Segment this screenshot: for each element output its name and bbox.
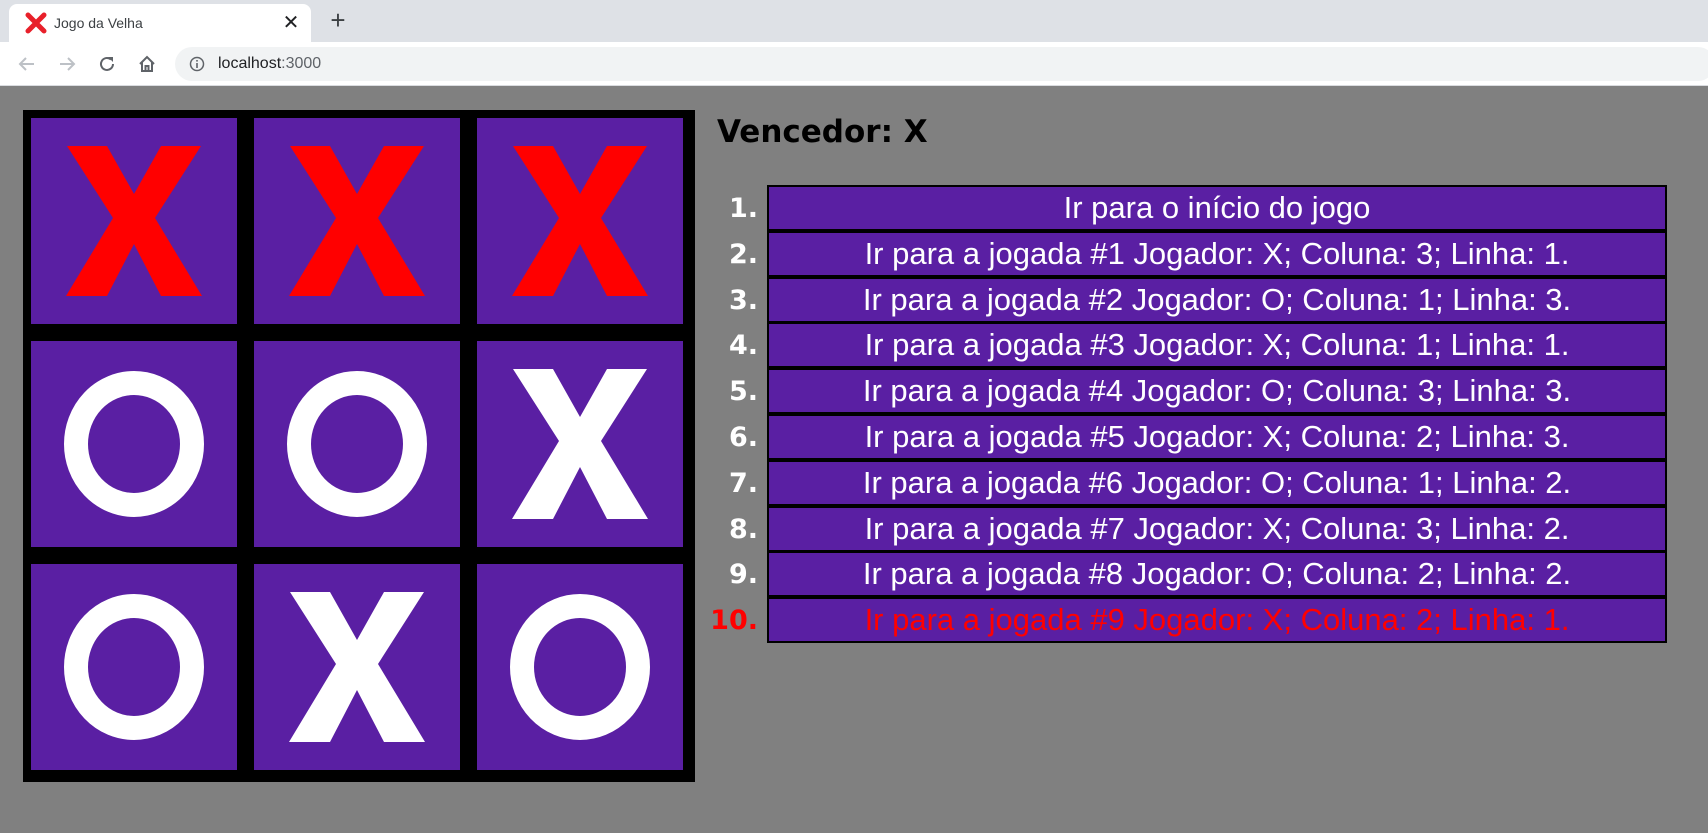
jump-to-move-button[interactable]: Ir para a jogada #3 Jogador: X; Coluna: … (767, 322, 1667, 369)
jump-to-move-button[interactable]: Ir para o início do jogo (767, 185, 1667, 231)
move-number: 4. (728, 330, 758, 362)
move-list-item: 8. Ir para a jogada #7 Jogador: X; Coluna… (700, 505, 1668, 552)
o-mark (287, 371, 427, 517)
move-list-item: 7. Ir para a jogada #6 Jogador: O; Coluna… (700, 459, 1668, 506)
game-board (23, 110, 695, 782)
move-list-item: 9. Ir para a jogada #8 Jogador: O; Coluna… (700, 551, 1668, 598)
jump-to-move-button[interactable]: Ir para a jogada #6 Jogador: O; Coluna: … (767, 459, 1667, 506)
forward-arrow-icon[interactable] (55, 52, 79, 76)
move-number: 7. (728, 467, 758, 499)
board-square[interactable] (477, 564, 683, 770)
url-port: :3000 (281, 55, 322, 72)
x-mark (512, 369, 648, 519)
jump-to-move-button[interactable]: Ir para a jogada #7 Jogador: X; Coluna: … (767, 505, 1667, 552)
home-icon[interactable] (135, 52, 159, 76)
move-history-list: 1. Ir para o início do jogo 2. Ir para a jo… (700, 185, 1668, 644)
close-icon[interactable]: ✕ (281, 13, 301, 33)
o-mark (510, 594, 650, 740)
browser-tab[interactable]: Jogo da Velha ✕ (9, 4, 311, 42)
board-square[interactable] (477, 118, 683, 324)
x-mark (66, 146, 202, 296)
info-icon[interactable] (189, 56, 205, 72)
url-host: localhost (218, 55, 282, 72)
o-mark (64, 594, 204, 740)
new-tab-icon[interactable]: + (326, 7, 350, 33)
jump-to-move-button[interactable]: Ir para a jogada #1 Jogador: X; Coluna: … (767, 230, 1667, 277)
board-square[interactable] (31, 118, 237, 324)
jump-to-move-button[interactable]: Ir para a jogada #5 Jogador: X; Coluna: … (767, 413, 1667, 460)
move-number: 1. (728, 193, 758, 224)
o-mark (64, 371, 204, 517)
board-square[interactable] (254, 564, 460, 770)
jump-to-move-button[interactable]: Ir para a jogada #4 Jogador: O; Coluna: … (767, 368, 1667, 415)
url-text: localhost:3000 (218, 55, 321, 73)
tab-title: Jogo da Velha (54, 15, 143, 31)
x-mark (289, 146, 425, 296)
reload-icon[interactable] (95, 52, 119, 76)
move-list-item: 3. Ir para a jogada #2 Jogador: O; Coluna… (700, 276, 1668, 323)
back-arrow-icon[interactable] (15, 52, 39, 76)
move-list-item: 2. Ir para a jogada #1 Jogador: X; Coluna… (700, 230, 1668, 277)
board-square[interactable] (254, 341, 460, 547)
jump-to-move-button[interactable]: Ir para a jogada #9 Jogador: X; Coluna: … (767, 597, 1667, 644)
jump-to-move-button[interactable]: Ir para a jogada #2 Jogador: O; Coluna: … (767, 276, 1667, 323)
board-square[interactable] (477, 341, 683, 547)
move-list-item: 1. Ir para o início do jogo (700, 185, 1668, 231)
board-square[interactable] (31, 564, 237, 770)
move-number: 10. (710, 605, 758, 637)
move-list-item: 4. Ir para a jogada #3 Jogador: X; Coluna… (700, 322, 1668, 369)
move-list-item: 6. Ir para a jogada #5 Jogador: X; Coluna… (700, 413, 1668, 460)
board-square[interactable] (254, 118, 460, 324)
move-number: 3. (728, 284, 758, 316)
move-number: 2. (728, 238, 758, 270)
x-mark (512, 146, 648, 296)
board-square[interactable] (31, 341, 237, 547)
address-bar[interactable]: localhost:3000 (175, 47, 1708, 81)
browser-toolbar: localhost:3000 (0, 42, 1708, 86)
game-status: Vencedor: X (717, 114, 928, 150)
move-number: 8. (728, 513, 758, 545)
move-list-item: 5. Ir para a jogada #4 Jogador: O; Coluna… (700, 368, 1668, 415)
move-number: 6. (728, 421, 758, 453)
browser-tab-strip: Jogo da Velha ✕ + (0, 0, 1708, 42)
move-list-item: 10. Ir para a jogada #9 Jogador: X; Colun… (700, 597, 1668, 644)
move-number: 5. (728, 376, 758, 408)
red-x-icon (25, 12, 47, 34)
jump-to-move-button[interactable]: Ir para a jogada #8 Jogador: O; Coluna: … (767, 551, 1667, 598)
x-mark (289, 592, 425, 742)
move-number: 9. (728, 559, 758, 591)
